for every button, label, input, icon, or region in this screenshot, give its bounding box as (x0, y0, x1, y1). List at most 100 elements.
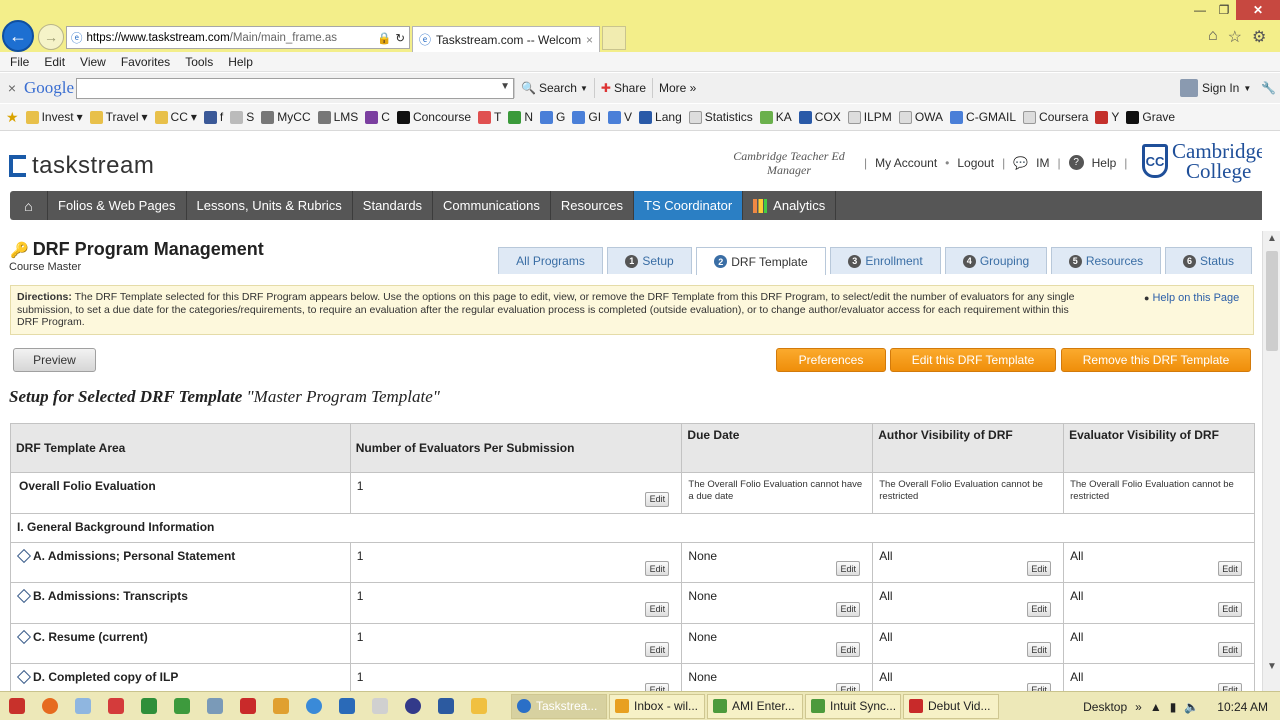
maximize-button[interactable]: ❐ (1212, 0, 1236, 20)
favorites-star-icon[interactable]: ☆ (1228, 27, 1242, 47)
more-button[interactable]: More » (652, 78, 702, 98)
edit-evaluators-button[interactable]: Edit (645, 642, 670, 657)
fav-cox[interactable]: COX (798, 110, 841, 124)
menu-view[interactable]: View (80, 55, 106, 69)
taskbar-app-icon[interactable] (396, 692, 429, 720)
fav-s[interactable]: S (230, 110, 254, 124)
menu-favorites[interactable]: Favorites (121, 55, 170, 69)
edit-evaluators-button[interactable]: Edit (645, 601, 670, 617)
browser-tab[interactable]: ⓔ Taskstream.com -- Welcome × (412, 26, 600, 52)
tab-all-programs[interactable]: All Programs (498, 247, 603, 274)
preferences-button[interactable]: Preferences (776, 348, 886, 372)
edit-author-visibility-button[interactable]: Edit (1027, 601, 1052, 617)
taskbar-app-icon[interactable] (231, 692, 264, 720)
edit-evaluator-visibility-button[interactable]: Edit (1218, 601, 1242, 617)
fav-concourse[interactable]: Concourse (396, 110, 471, 124)
taskbar-app-icon[interactable] (363, 692, 396, 720)
edit-author-visibility-button[interactable]: Edit (1027, 561, 1052, 576)
taskbar-app-icon[interactable] (462, 692, 495, 720)
nav-analytics[interactable]: Analytics (743, 191, 837, 220)
volume-icon[interactable]: 🔈 (1184, 700, 1199, 714)
tray-up-arrow-icon[interactable]: ▲ (1150, 700, 1162, 714)
fav-gi[interactable]: GI (572, 110, 601, 124)
fav-n[interactable]: N (508, 110, 533, 124)
close-toolbar-icon[interactable]: × (0, 80, 24, 96)
taskbar-app-icon[interactable] (0, 692, 33, 720)
fav-grave[interactable]: Grave (1126, 110, 1175, 124)
scroll-thumb[interactable] (1266, 251, 1278, 351)
tab-close-icon[interactable]: × (586, 33, 593, 47)
new-tab-button[interactable] (602, 26, 626, 50)
chevron-down-icon[interactable]: ▼ (500, 81, 510, 92)
edit-template-button[interactable]: Edit this DRF Template (890, 348, 1056, 372)
taskbar-task-taskstream[interactable]: Taskstrea... (511, 693, 607, 719)
edit-evaluators-button[interactable]: Edit (645, 491, 670, 507)
taskbar-app-icon[interactable] (99, 692, 132, 720)
home-icon[interactable]: ⌂ (1208, 27, 1218, 47)
logout-link[interactable]: Logout (957, 156, 994, 170)
tab-setup[interactable]: 1 Setup (607, 247, 692, 274)
chevron-right-icon[interactable]: » (1135, 700, 1142, 714)
settings-gear-icon[interactable]: ⚙ (1252, 27, 1266, 47)
edit-evaluator-visibility-button[interactable]: Edit (1218, 682, 1242, 691)
edit-author-visibility-button[interactable]: Edit (1027, 642, 1052, 657)
vertical-scrollbar[interactable]: ▲ ▼ (1262, 231, 1280, 691)
desktop-toolbar[interactable]: Desktop (1083, 700, 1127, 714)
help-link[interactable]: Help (1092, 156, 1117, 170)
taskbar-app-icon[interactable] (297, 692, 330, 720)
chat-icon[interactable]: 💬 (1013, 156, 1028, 170)
forward-button[interactable]: → (38, 24, 64, 50)
fav-g[interactable]: G (540, 110, 565, 124)
nav-ts-coordinator[interactable]: TS Coordinator (634, 191, 744, 220)
scroll-down-icon[interactable]: ▼ (1263, 661, 1280, 677)
taskbar-task-intuit[interactable]: Intuit Sync... (805, 693, 901, 719)
google-search-button[interactable]: 🔍 Search ▼ (514, 78, 594, 98)
fav-invest[interactable]: Invest ▾ (25, 110, 83, 124)
taskbar-task-debut[interactable]: Debut Vid... (903, 693, 999, 719)
taskbar-task-ami[interactable]: AMI Enter... (707, 693, 803, 719)
taskbar-app-icon[interactable] (165, 692, 198, 720)
fav-coursera[interactable]: Coursera (1023, 110, 1088, 124)
address-bar[interactable]: ⓔ https://www.taskstream.com/Main/main_f… (66, 26, 410, 49)
taskstream-logo[interactable]: taskstream (9, 152, 154, 180)
home-nav-button[interactable]: ⌂ (10, 191, 48, 220)
help-icon[interactable]: ? (1068, 155, 1084, 170)
google-search-input[interactable]: ▼ (76, 77, 514, 99)
menu-edit[interactable]: Edit (44, 55, 65, 69)
clock[interactable]: 10:24 AM (1217, 700, 1268, 714)
fav-statistics[interactable]: Statistics (688, 110, 753, 124)
tab-resources[interactable]: 5 Resources (1051, 247, 1161, 274)
preview-button[interactable]: Preview (13, 348, 96, 372)
back-button[interactable]: ← (2, 20, 34, 52)
close-window-button[interactable]: ✕ (1236, 0, 1280, 20)
help-on-page-link[interactable]: ● Help on this Page (1144, 292, 1239, 304)
nav-resources[interactable]: Resources (551, 191, 635, 220)
scroll-up-icon[interactable]: ▲ (1263, 233, 1280, 249)
remove-template-button[interactable]: Remove this DRF Template (1061, 348, 1251, 372)
refresh-icon[interactable]: ↻ (395, 31, 405, 45)
fav-lang[interactable]: Lang (639, 110, 682, 124)
nav-lessons[interactable]: Lessons, Units & Rubrics (187, 191, 353, 220)
tab-status[interactable]: 6 Status (1165, 247, 1252, 274)
share-button[interactable]: ✚ Share (593, 78, 652, 98)
menu-file[interactable]: File (10, 55, 29, 69)
fav-facebook[interactable]: f (203, 110, 223, 124)
edit-due-date-button[interactable]: Edit (836, 561, 861, 576)
fav-mycc[interactable]: MyCC (261, 110, 311, 124)
edit-due-date-button[interactable]: Edit (836, 642, 861, 657)
taskbar-app-icon[interactable] (330, 692, 363, 720)
taskbar-app-icon[interactable] (132, 692, 165, 720)
minimize-button[interactable]: — (1188, 0, 1212, 20)
taskbar-app-icon[interactable] (66, 692, 99, 720)
tab-grouping[interactable]: 4 Grouping (945, 247, 1047, 274)
fav-owa[interactable]: OWA (898, 110, 943, 124)
my-account-link[interactable]: My Account (875, 156, 937, 170)
menu-tools[interactable]: Tools (185, 55, 213, 69)
fav-ka[interactable]: KA (759, 110, 792, 124)
edit-due-date-button[interactable]: Edit (836, 682, 861, 691)
edit-evaluators-button[interactable]: Edit (645, 561, 670, 576)
fav-c-gmail[interactable]: C-GMAIL (950, 110, 1016, 124)
favorites-star-add-icon[interactable]: ★ (6, 109, 19, 126)
wrench-icon[interactable]: 🔧 (1261, 81, 1276, 95)
taskbar-app-icon[interactable] (33, 692, 66, 720)
